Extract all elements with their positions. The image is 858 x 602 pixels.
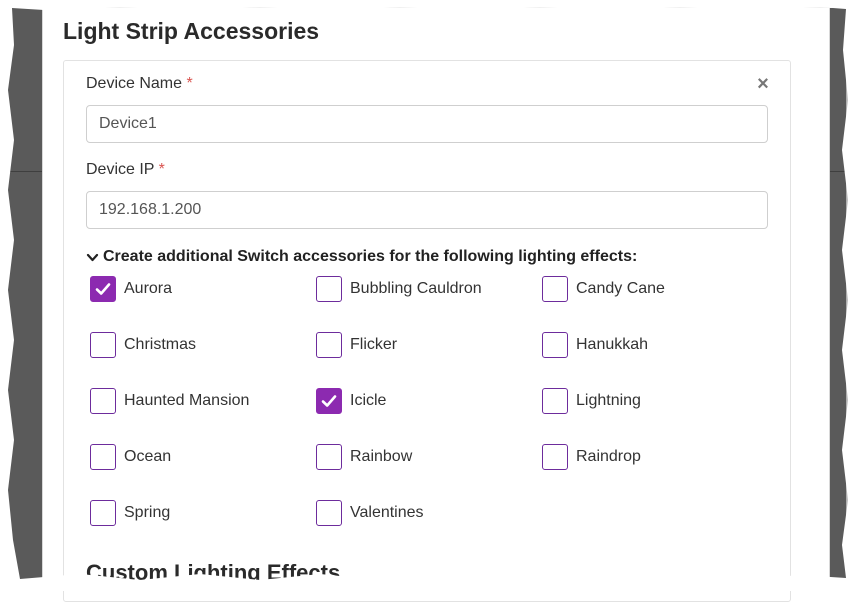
effect-label: Icicle <box>350 392 387 409</box>
custom-effects-heading: Custom Lighting Effects <box>86 560 341 585</box>
effect-label: Hanukkah <box>576 336 649 353</box>
chevron-down-icon <box>86 253 99 261</box>
effect-checkbox[interactable] <box>542 388 568 414</box>
effect-checkbox[interactable] <box>90 332 116 358</box>
device-ip-label: Device IP * <box>86 161 165 179</box>
effect-label: Lightning <box>576 392 641 409</box>
effect-option[interactable]: Ocean <box>90 444 171 470</box>
effect-option[interactable]: Christmas <box>90 332 196 358</box>
effect-checkbox[interactable] <box>90 388 116 414</box>
check-icon <box>95 283 111 295</box>
effect-label: Aurora <box>124 280 173 297</box>
effect-label: Raindrop <box>576 448 641 465</box>
device-name-label: Device Name * <box>86 75 193 93</box>
device-ip-input[interactable] <box>86 191 768 229</box>
panel-title: Light Strip Accessories <box>63 18 320 44</box>
effects-heading: Create additional Switch accessories for… <box>103 248 638 265</box>
check-icon <box>321 395 337 407</box>
required-marker: * <box>186 75 193 92</box>
device-ip-label-text: Device IP <box>86 161 155 178</box>
effect-option[interactable]: Rainbow <box>316 444 412 470</box>
effect-label: Haunted Mansion <box>124 392 250 409</box>
effect-label: Ocean <box>124 448 172 465</box>
required-marker: * <box>158 161 165 178</box>
effect-label: Christmas <box>124 336 197 353</box>
effect-option[interactable]: Raindrop <box>542 444 641 470</box>
effect-checkbox[interactable] <box>316 500 342 526</box>
close-icon[interactable]: × <box>752 73 774 95</box>
effect-checkbox[interactable] <box>542 444 568 470</box>
effect-option[interactable]: Haunted Mansion <box>90 388 249 414</box>
effect-option[interactable]: Hanukkah <box>542 332 648 358</box>
effect-option[interactable]: Spring <box>90 500 170 526</box>
device-name-label-text: Device Name <box>86 75 183 92</box>
effect-checkbox[interactable] <box>316 332 342 358</box>
effect-checkbox[interactable] <box>90 500 116 526</box>
effect-checkbox[interactable] <box>316 388 342 414</box>
effect-label: Candy Cane <box>576 280 665 297</box>
effect-label: Bubbling Cauldron <box>350 280 482 297</box>
effect-checkbox[interactable] <box>542 276 568 302</box>
effect-option[interactable]: Aurora <box>90 276 172 302</box>
effect-checkbox[interactable] <box>90 276 116 302</box>
effect-checkbox[interactable] <box>316 276 342 302</box>
effect-label: Flicker <box>350 336 398 353</box>
effect-label: Spring <box>124 504 171 521</box>
effect-checkbox[interactable] <box>90 444 116 470</box>
effect-option[interactable]: Valentines <box>316 500 424 526</box>
effect-option[interactable]: Bubbling Cauldron <box>316 276 482 302</box>
effect-option[interactable]: Flicker <box>316 332 397 358</box>
effects-section-toggle[interactable]: Create additional Switch accessories for… <box>86 248 637 266</box>
effect-label: Valentines <box>350 504 424 521</box>
effect-label: Rainbow <box>350 448 413 465</box>
effect-option[interactable]: Icicle <box>316 388 386 414</box>
effect-option[interactable]: Candy Cane <box>542 276 665 302</box>
effect-checkbox[interactable] <box>542 332 568 358</box>
effect-option[interactable]: Lightning <box>542 388 641 414</box>
device-name-input[interactable] <box>86 105 768 143</box>
effect-checkbox[interactable] <box>316 444 342 470</box>
